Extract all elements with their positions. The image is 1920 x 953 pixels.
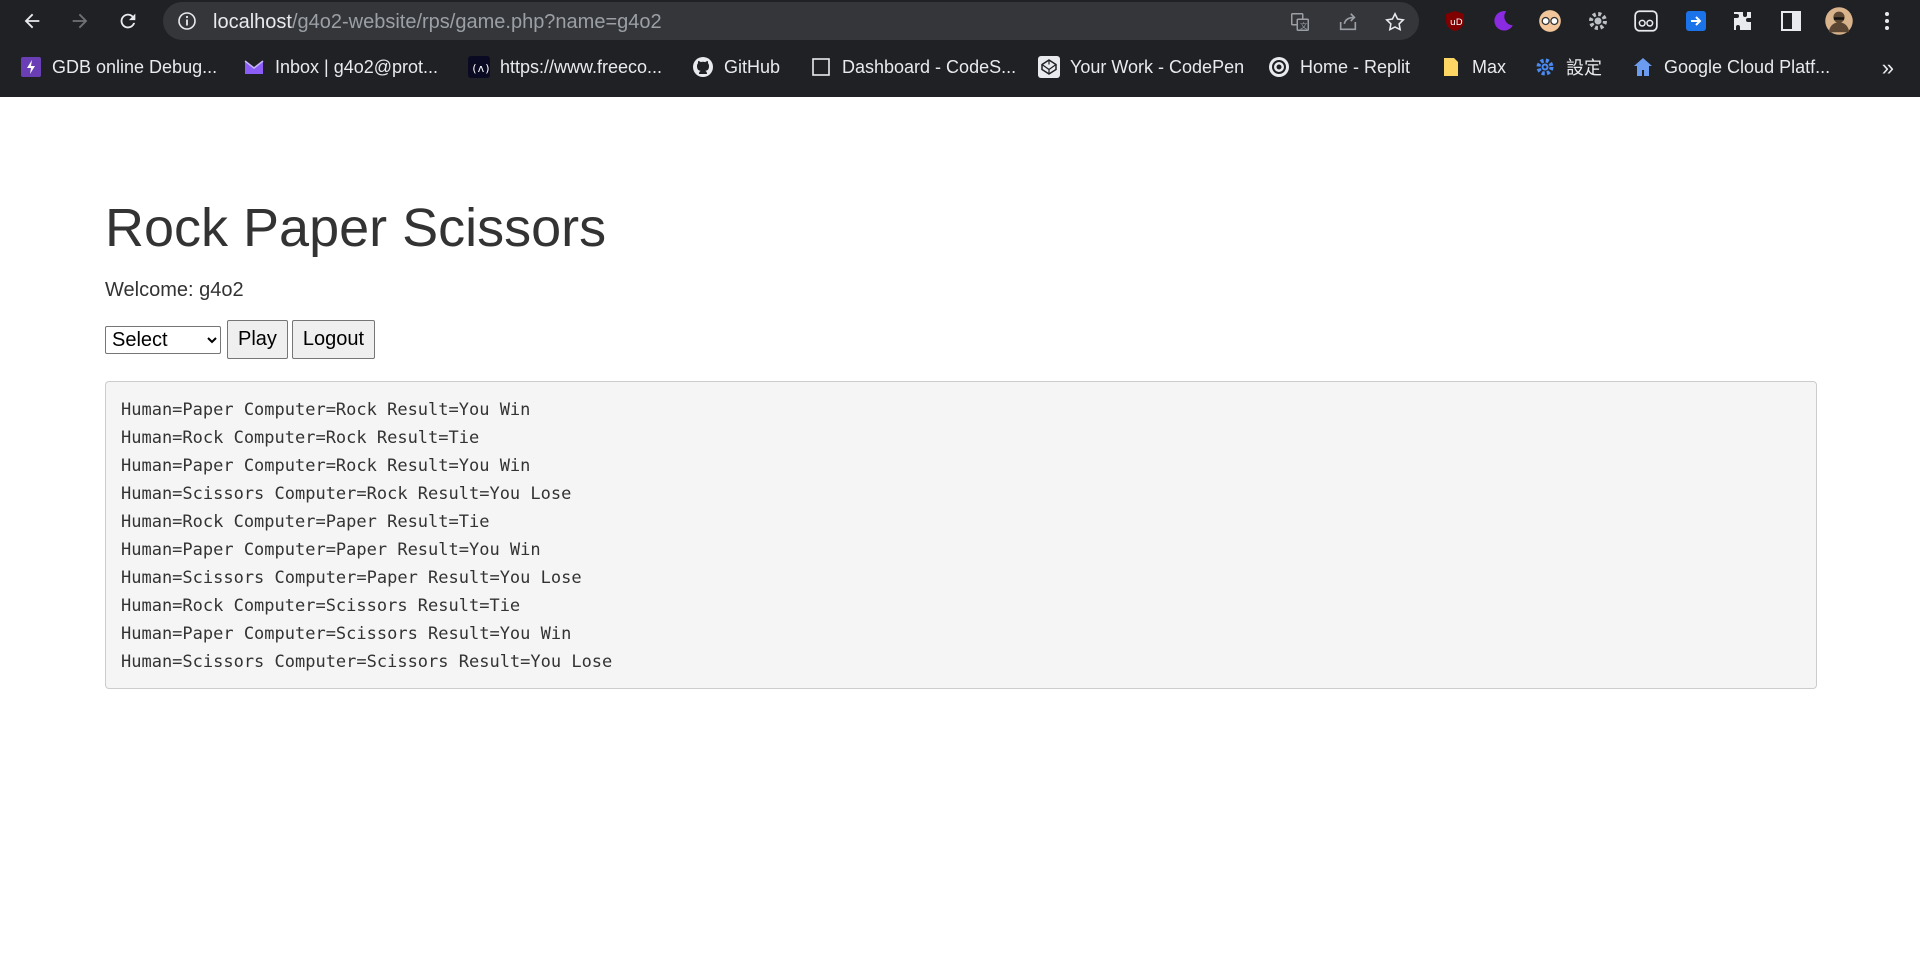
welcome-text: Welcome: g4o2 — [105, 279, 244, 301]
bookmark-label: https://www.freeco... — [500, 56, 663, 77]
forward-icon[interactable] — [64, 5, 96, 37]
bookmarks-overflow-button[interactable]: » — [1882, 55, 1894, 81]
bookmark-codepen[interactable]: Your Work - CodePen — [1038, 54, 1244, 80]
codepen-icon — [1038, 56, 1060, 78]
share-icon[interactable] — [1336, 10, 1360, 34]
bookmark-star-icon[interactable] — [1383, 10, 1407, 34]
bookmark-label: Inbox | g4o2@prot... — [275, 56, 439, 77]
browser-chrome: localhost/g4o2-website/rps/game.php?name… — [0, 0, 1920, 97]
bookmark-settings[interactable]: 設定 — [1534, 54, 1602, 80]
result-line: Human=Rock Computer=Scissors Result=Tie — [121, 596, 521, 616]
bookmark-folder-max[interactable]: Max — [1440, 54, 1506, 80]
site-info-icon[interactable] — [177, 11, 197, 31]
bookmark-label: GDB online Debug... — [52, 56, 218, 77]
bookmark-github[interactable]: GitHub — [692, 54, 780, 80]
bookmark-google-cloud[interactable]: Google Cloud Platf... — [1632, 54, 1830, 80]
svg-text:文: 文 — [1300, 21, 1308, 30]
freecodecamp-icon: (ʌ) — [468, 56, 490, 78]
settings-cog-icon[interactable] — [1583, 6, 1613, 36]
bookmark-label: Your Work - CodePen — [1070, 56, 1245, 77]
result-line: Human=Paper Computer=Paper Result=You Wi… — [121, 540, 541, 560]
bookmark-freecodecamp[interactable]: (ʌ) https://www.freeco... — [468, 54, 662, 80]
github-icon — [692, 56, 714, 78]
bookmarks-bar: GDB online Debug... Inbox | g4o2@prot...… — [0, 48, 1920, 86]
back-icon[interactable] — [16, 5, 48, 37]
result-line: Human=Scissors Computer=Paper Result=You… — [121, 568, 582, 588]
bookmark-replit[interactable]: Home - Replit — [1268, 54, 1410, 80]
url-path: /g4o2-website/rps/game.php?name=g4o2 — [291, 11, 662, 33]
bookmark-label: Dashboard - CodeS... — [842, 56, 1017, 77]
reload-icon[interactable] — [112, 5, 144, 37]
dark-mode-moon-icon[interactable] — [1488, 6, 1518, 36]
svg-text:(ʌ): (ʌ) — [471, 62, 490, 75]
bookmark-label: Home - Replit — [1300, 56, 1411, 77]
result-line: Human=Paper Computer=Scissors Result=You… — [121, 624, 572, 644]
bookmark-inbox[interactable]: Inbox | g4o2@prot... — [243, 54, 438, 80]
side-panel-icon[interactable] — [1776, 6, 1806, 36]
svg-text:uD: uD — [1450, 18, 1463, 28]
url-text: localhost/g4o2-website/rps/game.php?name… — [213, 11, 662, 34]
extensions-puzzle-icon[interactable] — [1728, 6, 1758, 36]
gear-icon — [1534, 56, 1556, 78]
incognito-extension-icon[interactable] — [1631, 6, 1661, 36]
result-line: Human=Rock Computer=Rock Result=Tie — [121, 428, 480, 448]
gdb-icon — [20, 56, 42, 78]
page-content: Rock Paper Scissors Welcome: g4o2 Select… — [0, 97, 1920, 953]
results-log: Human=Paper Computer=Rock Result=You Win… — [105, 381, 1817, 689]
result-line: Human=Rock Computer=Paper Result=Tie — [121, 512, 490, 532]
codesignal-icon — [810, 56, 832, 78]
ublock-icon[interactable]: uD — [1440, 6, 1470, 36]
bookmark-label: Max — [1472, 56, 1507, 77]
url-host: localhost — [213, 11, 292, 33]
home-icon — [1632, 56, 1654, 78]
translate-icon[interactable]: 文 — [1288, 10, 1312, 34]
result-line: Human=Scissors Computer=Rock Result=You … — [121, 484, 572, 504]
bookmark-gdb[interactable]: GDB online Debug... — [20, 54, 217, 80]
proton-mail-icon — [243, 56, 265, 78]
bookmark-label: Google Cloud Platf... — [1664, 56, 1831, 77]
folder-icon — [1440, 56, 1462, 78]
replit-icon — [1268, 56, 1290, 78]
logout-button[interactable]: Logout — [291, 320, 376, 359]
result-line: Human=Scissors Computer=Scissors Result=… — [121, 652, 613, 672]
move-select[interactable]: Select — [105, 325, 221, 354]
profile-avatar-icon[interactable] — [1824, 6, 1854, 36]
address-bar[interactable]: localhost/g4o2-website/rps/game.php?name… — [163, 2, 1419, 40]
bookmark-codesignal[interactable]: Dashboard - CodeS... — [810, 54, 1016, 80]
reader-glasses-icon[interactable] — [1535, 6, 1565, 36]
browser-toolbar: localhost/g4o2-website/rps/game.php?name… — [0, 0, 1920, 42]
play-button[interactable]: Play — [227, 320, 288, 359]
page-title: Rock Paper Scissors — [105, 198, 607, 258]
chrome-menu-icon[interactable] — [1872, 6, 1902, 36]
game-controls: Select Play Logout — [105, 320, 379, 359]
bookmark-label: GitHub — [724, 56, 781, 77]
result-line: Human=Paper Computer=Rock Result=You Win — [121, 400, 531, 420]
bookmark-label: 設定 — [1566, 58, 1602, 78]
send-tab-icon[interactable] — [1681, 6, 1711, 36]
result-line: Human=Paper Computer=Rock Result=You Win — [121, 456, 531, 476]
